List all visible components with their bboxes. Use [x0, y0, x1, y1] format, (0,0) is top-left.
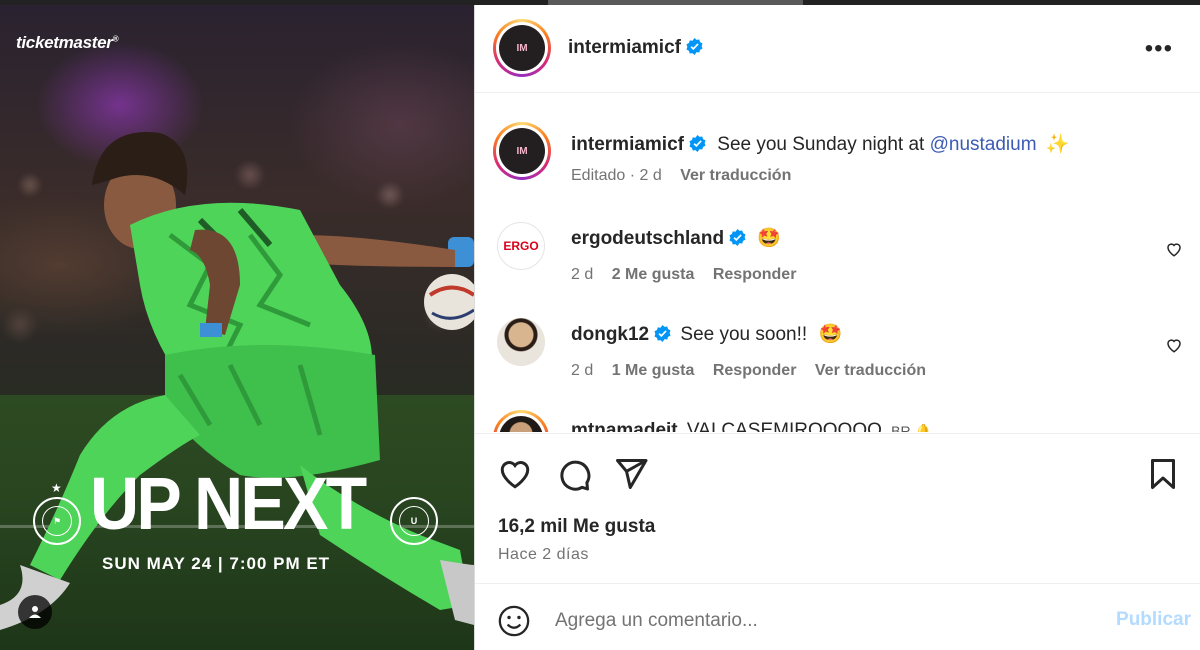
comments-list[interactable]: IM intermiamicf See you Sunday night at … — [475, 94, 1200, 432]
post-time: Hace 2 días — [498, 546, 589, 563]
match-date: SUN MAY 24 | 7:00 PM ET — [102, 554, 331, 573]
like-comment-heart-icon[interactable] — [1165, 336, 1183, 354]
caption-text: intermiamicf See you Sunday night at @nu… — [571, 132, 1070, 156]
comment-text: mtnamadeit VAI CASEMIROOOOO BR 🔔 — [571, 420, 932, 432]
dongk12-avatar[interactable] — [497, 318, 545, 366]
star-struck-emoji: 🤩 — [757, 228, 782, 249]
share-send-icon[interactable] — [613, 456, 649, 492]
comment-body: See you soon!! — [680, 324, 808, 345]
caption-translate-link[interactable]: Ver traducción — [680, 167, 791, 184]
comment-input[interactable] — [555, 606, 1075, 636]
headline: UP NEXT — [90, 462, 367, 545]
publish-button[interactable]: Publicar — [1116, 609, 1191, 631]
reply-button[interactable]: Responder — [713, 362, 797, 379]
comment-time: 2 d — [571, 266, 594, 283]
comment-likes[interactable]: 2 Me gusta — [612, 266, 695, 283]
mention-link[interactable]: @nustadium — [930, 134, 1037, 155]
verified-badge-icon — [686, 38, 703, 55]
author-avatar[interactable]: IM — [493, 19, 551, 77]
inter-miami-crest-icon: ⚑ — [33, 497, 81, 545]
star-struck-emoji: 🤩 — [818, 324, 843, 345]
ergo-avatar[interactable]: ERGO — [497, 222, 545, 270]
post-actions: 16,2 mil Me gusta Hace 2 días — [475, 433, 1200, 583]
comment-text: dongk12 See you soon!! 🤩 — [571, 322, 842, 346]
emoji-smiley-icon[interactable] — [497, 604, 531, 638]
likes-count[interactable]: 16,2 mil Me gusta — [498, 516, 655, 538]
like-comment-heart-icon[interactable] — [1165, 240, 1183, 258]
save-bookmark-icon[interactable] — [1145, 456, 1181, 492]
post-image[interactable]: ticketmaster® ★ ⚑ U UP NEXT SUN MAY 24 |… — [0, 5, 474, 650]
mtnamadeit-avatar[interactable] — [493, 410, 549, 432]
comment-username[interactable]: mtnamadeit — [571, 420, 678, 432]
verified-badge-icon — [689, 135, 706, 152]
comment-meta: 2 d 2 Me gusta Responder — [571, 266, 810, 284]
comment-likes[interactable]: 1 Me gusta — [612, 362, 695, 379]
verified-badge-icon — [729, 229, 746, 246]
comment-username[interactable]: ergodeutschland — [571, 228, 724, 249]
comment-composer: Publicar — [475, 583, 1200, 650]
philadelphia-union-crest-icon: U — [390, 497, 438, 545]
comment-time: 2 d — [571, 362, 594, 379]
post-header: IM intermiamicf ••• — [475, 5, 1200, 93]
more-options-button[interactable]: ••• — [1145, 37, 1173, 61]
like-heart-icon[interactable] — [497, 456, 533, 492]
tagged-users-button[interactable] — [18, 595, 52, 629]
star-icon: ★ — [51, 481, 62, 495]
caption-meta: Editado · 2 d Ver traducción — [571, 167, 805, 185]
caption-body: See you Sunday night at — [717, 134, 925, 155]
comment-meta: 2 d 1 Me gusta Responder Ver traducción — [571, 362, 940, 380]
user-icon — [29, 606, 41, 618]
comment-username[interactable]: dongk12 — [571, 324, 649, 345]
sparkles-emoji: ✨ — [1045, 134, 1070, 155]
post-details-panel: IM intermiamicf ••• IM intermiamicf See … — [474, 5, 1200, 650]
comment-text: ergodeutschland 🤩 — [571, 226, 781, 250]
comment-bubble-icon[interactable] — [556, 456, 592, 492]
author-username-row: intermiamicf — [568, 37, 703, 59]
reply-button[interactable]: Responder — [713, 266, 797, 283]
caption-avatar[interactable]: IM — [493, 122, 551, 180]
verified-badge-icon — [654, 325, 671, 342]
ticketmaster-logo: ticketmaster® — [16, 33, 119, 52]
translate-link[interactable]: Ver traducción — [815, 362, 926, 379]
caption-edited: Editado · 2 d — [571, 167, 662, 184]
author-username[interactable]: intermiamicf — [568, 37, 681, 58]
comment-body: VAI CASEMIROOOOO — [686, 420, 882, 432]
flag-emoji: BR 🔔 — [891, 423, 932, 432]
caption-username[interactable]: intermiamicf — [571, 134, 684, 155]
